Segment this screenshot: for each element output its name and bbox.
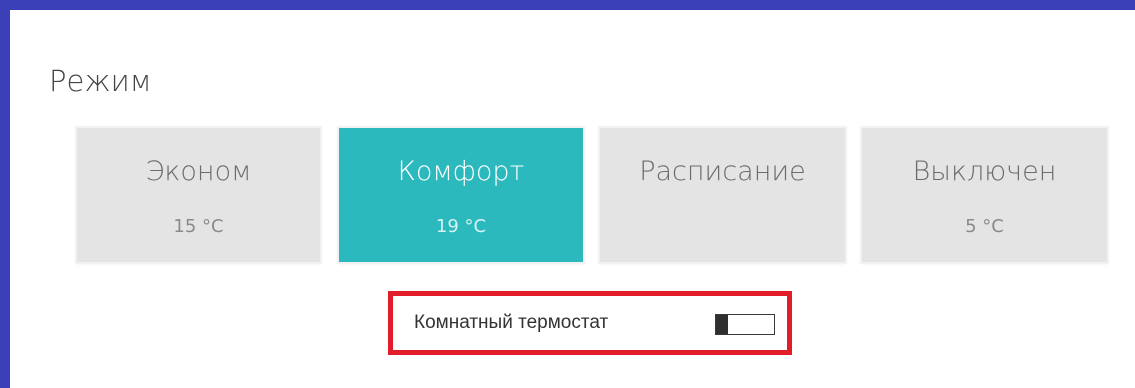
toggle-knob	[716, 315, 728, 334]
mode-button-off[interactable]: Выключен 5 °C	[862, 128, 1107, 262]
mode-button-economy[interactable]: Эконом 15 °C	[77, 128, 320, 262]
mode-button-schedule[interactable]: Расписание	[600, 128, 845, 262]
mode-button-comfort[interactable]: Комфорт 19 °C	[339, 128, 583, 262]
mode-name: Эконом	[145, 156, 252, 187]
mode-temperature: 5 °C	[965, 216, 1004, 237]
room-thermostat-highlight: Комнатный термостат	[388, 291, 792, 355]
room-thermostat-label: Комнатный термостат	[414, 312, 609, 333]
mode-temperature: 19 °C	[435, 216, 487, 237]
mode-name: Комфорт	[397, 156, 525, 187]
mode-name: Расписание	[639, 156, 806, 187]
room-thermostat-toggle[interactable]	[715, 314, 775, 335]
window-frame: Режим Эконом 15 °C Комфорт 19 °C Расписа…	[0, 0, 1135, 388]
mode-panel: Режим Эконом 15 °C Комфорт 19 °C Расписа…	[20, 20, 1135, 388]
mode-name: Выключен	[912, 156, 1057, 187]
mode-temperature: 15 °C	[173, 216, 224, 237]
panel-title: Режим	[49, 64, 152, 98]
